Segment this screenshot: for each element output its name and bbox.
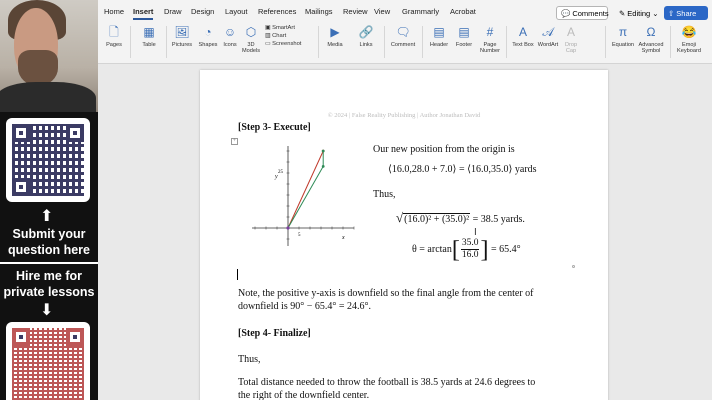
- tab-acrobat[interactable]: Acrobat: [450, 7, 476, 16]
- comment-icon: 💬: [561, 8, 571, 18]
- ribbon-tabs: Home Insert Draw Design Layout Reference…: [98, 0, 712, 20]
- comments-button[interactable]: 💬 Comments: [556, 6, 609, 20]
- pages-icon: 🗋: [109, 25, 119, 39]
- position-equation: ⟨16.0,28.0 + 7.0⟩ = ⟨16.0,35.0⟩ yards: [388, 164, 537, 175]
- emoji-icon: 😂: [681, 25, 697, 39]
- tab-draw[interactable]: Draw: [164, 7, 182, 16]
- pictures-button[interactable]: 🖼 Pictures: [170, 22, 194, 48]
- link-icon: 🔗: [358, 25, 374, 39]
- sidebar-divider: [0, 262, 98, 264]
- footer-icon: ▤: [458, 25, 470, 39]
- drop-cap-icon: A: [566, 25, 575, 39]
- thus-text-1: Thus,: [373, 189, 396, 200]
- page-watermark: © 2024 | False Reality Publishing | Auth…: [327, 112, 481, 119]
- editing-mode-button[interactable]: ✎ Editing ⌄: [615, 6, 659, 20]
- thus-text-2: Thus,: [238, 354, 261, 365]
- screenshot-button[interactable]: ▭ Screenshot: [265, 40, 301, 48]
- tab-layout[interactable]: Layout: [225, 7, 248, 16]
- text-cursor: [237, 269, 238, 280]
- tab-review[interactable]: Review: [343, 7, 368, 16]
- insert-toolbar: 🗋 Pages ▦ Table 🖼 Pictures ◔ Shapes ☺ Icons ⬡…: [98, 22, 712, 62]
- vector-series-1: [287, 166, 324, 229]
- advanced-symbol-button[interactable]: Ω Advanced Symbol: [637, 22, 665, 54]
- qr-code-lessons: [6, 322, 90, 400]
- vector-endpoint-2: [321, 149, 325, 153]
- shapes-button[interactable]: ◔ Shapes: [197, 22, 219, 48]
- qr-code-question: [6, 118, 90, 202]
- webcam-feed: [0, 0, 98, 112]
- final-line-1: Total distance needed to throw the footb…: [238, 377, 536, 388]
- y-tick-label: 25: [278, 170, 284, 175]
- tab-references[interactable]: References: [258, 7, 296, 16]
- chevron-down-icon: ⌄: [652, 8, 659, 18]
- paragraph-mark: [572, 265, 575, 268]
- text-box-button[interactable]: A Text Box: [511, 22, 535, 48]
- submit-question-text: Submit your question here: [8, 227, 90, 257]
- word-ribbon: Home Insert Draw Design Layout Reference…: [98, 0, 712, 64]
- media-button[interactable]: ▶ Media: [324, 22, 346, 48]
- table-move-handle-icon[interactable]: +: [231, 138, 238, 145]
- emoji-keyboard-button[interactable]: 😂 Emoji Keyboard: [674, 22, 704, 54]
- tab-mailings[interactable]: Mailings: [305, 7, 333, 16]
- drop-cap-button[interactable]: A Drop Cap: [562, 22, 580, 54]
- icons-button[interactable]: ☺ Icons: [221, 22, 239, 48]
- screen: ⬆ Submit your question here Hire me for …: [0, 0, 712, 400]
- icons-icon: ☺: [223, 25, 237, 39]
- cube-icon: ⬡: [245, 25, 257, 39]
- tab-home[interactable]: Home: [104, 7, 124, 16]
- step4-title: [Step 4- Finalize]: [238, 328, 311, 339]
- equation-button[interactable]: π Equation: [610, 22, 636, 48]
- note-line-2: downfield is 90° − 65.4° = 24.6°.: [238, 301, 371, 312]
- arrow-down-icon: ⬇: [40, 302, 54, 319]
- header-button[interactable]: ▤ Header: [428, 22, 450, 48]
- shapes-icon: ◔: [204, 25, 212, 39]
- pencil-icon: ✎: [619, 8, 626, 18]
- hire-lessons-text: Hire me for private lessons: [3, 269, 95, 299]
- chart-button[interactable]: ▥ Chart: [265, 32, 301, 40]
- step3-title: [Step 3- Execute]: [238, 122, 311, 133]
- stream-sidebar: ⬆ Submit your question here Hire me for …: [0, 0, 98, 400]
- document-page[interactable]: © 2024 | False Reality Publishing | Auth…: [200, 70, 608, 400]
- theta-equation: θ = arctan[35.0 16.0] = 65.4°: [412, 236, 521, 263]
- comment-add-icon: 🗨: [395, 25, 411, 39]
- note-line-1: Note, the positive y-axis is downfield s…: [238, 288, 534, 299]
- 3d-models-button[interactable]: ⬡ 3D Models: [241, 22, 261, 54]
- smartart-button[interactable]: ▣ SmartArt: [265, 24, 301, 32]
- omega-icon: Ω: [646, 25, 656, 39]
- new-position-text: Our new position from the origin is: [373, 144, 515, 155]
- share-icon: ⇧: [668, 8, 675, 18]
- share-button[interactable]: ⇧ Share: [664, 6, 708, 20]
- links-button[interactable]: 🔗 Links: [356, 22, 376, 48]
- final-line-2: the right of the downfield center.: [238, 390, 370, 400]
- header-icon: ▤: [433, 25, 445, 39]
- media-icon: ▶: [330, 25, 340, 39]
- wordart-button[interactable]: 𝒜 WordArt: [536, 22, 560, 48]
- x-axis-label: x: [341, 235, 345, 241]
- origin-point: [286, 226, 290, 230]
- pi-icon: π: [618, 25, 628, 39]
- table-button[interactable]: ▦ Table: [138, 22, 160, 48]
- table-icon: ▦: [143, 25, 155, 39]
- page-number-icon: #: [486, 25, 494, 39]
- page-number-button[interactable]: # Page Number: [478, 22, 502, 54]
- pages-button[interactable]: 🗋 Pages: [104, 22, 124, 48]
- x-tick-label: 5: [298, 233, 301, 238]
- wordart-icon: 𝒜: [542, 25, 554, 39]
- illustrations-list: ▣ SmartArt ▥ Chart ▭ Screenshot: [265, 24, 301, 48]
- tab-view[interactable]: View: [374, 7, 390, 16]
- vector-diagram: y x 25 5: [252, 146, 355, 246]
- vector-series-0: [287, 150, 324, 229]
- tab-design[interactable]: Design: [191, 7, 214, 16]
- arrow-up-icon: ⬆: [40, 208, 54, 225]
- magnitude-equation: √(16.0)² + (35.0)² = 38.5 yards.: [396, 210, 525, 225]
- text-box-icon: A: [518, 25, 527, 39]
- tab-grammarly[interactable]: Grammarly: [402, 7, 439, 16]
- comment-button[interactable]: 🗨 Comment: [390, 22, 416, 48]
- document-canvas: © 2024 | False Reality Publishing | Auth…: [98, 64, 712, 400]
- picture-icon: 🖼: [174, 25, 190, 39]
- mouse-ibeam-icon: I: [474, 227, 477, 238]
- footer-button[interactable]: ▤ Footer: [453, 22, 475, 48]
- tab-insert[interactable]: Insert: [133, 7, 154, 20]
